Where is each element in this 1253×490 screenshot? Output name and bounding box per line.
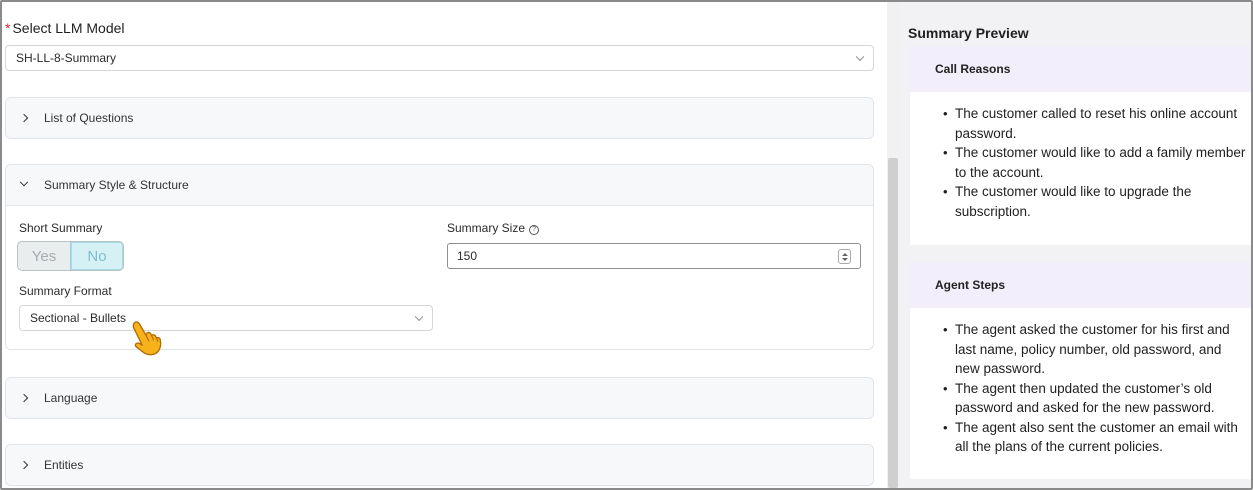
card-heading: Agent Steps bbox=[910, 261, 1251, 308]
hand-pointer-icon bbox=[132, 321, 162, 356]
list-item: The agent asked the customer for his fir… bbox=[943, 320, 1251, 379]
chevron-down-icon bbox=[414, 312, 424, 322]
preview-title: Summary Preview bbox=[908, 25, 1029, 41]
summary-format-select[interactable]: Sectional - Bullets bbox=[19, 305, 433, 331]
section-title: Language bbox=[44, 391, 98, 405]
list-item: The agent then updated the customer’s ol… bbox=[943, 379, 1251, 418]
preview-card-agent-steps: Agent Steps The agent asked the customer… bbox=[910, 261, 1251, 479]
summary-size-input[interactable]: 150 bbox=[447, 243, 861, 269]
stepper-up-icon[interactable] bbox=[841, 252, 848, 256]
number-stepper[interactable] bbox=[838, 249, 851, 264]
card-heading: Call Reasons bbox=[910, 45, 1251, 92]
section-title: Entities bbox=[44, 458, 84, 472]
section-list-of-questions: List of Questions bbox=[5, 97, 874, 139]
summary-size-label-text: Summary Size bbox=[447, 221, 526, 235]
llm-model-label: * Select LLM Model bbox=[5, 20, 125, 36]
list-item: The customer would like to add a family … bbox=[943, 143, 1251, 182]
section-language: Language bbox=[5, 377, 874, 419]
list-item: The customer called to reset his online … bbox=[943, 104, 1251, 143]
section-header-entities[interactable]: Entities bbox=[6, 445, 873, 485]
chevron-down-icon bbox=[855, 52, 865, 62]
list-item: The customer would like to upgrade the s… bbox=[943, 182, 1251, 221]
help-circle-icon[interactable]: ? bbox=[529, 224, 540, 235]
short-summary-label: Short Summary bbox=[19, 221, 103, 235]
llm-model-select[interactable]: SH-LL-8-Summary bbox=[5, 45, 874, 71]
section-header-list-of-questions[interactable]: List of Questions bbox=[6, 98, 873, 138]
chevron-right-icon bbox=[19, 393, 29, 403]
bullet-list: The customer called to reset his online … bbox=[910, 92, 1251, 221]
summary-size-value: 150 bbox=[457, 249, 478, 263]
summary-size-label: Summary Size? bbox=[447, 221, 540, 235]
section-header-language[interactable]: Language bbox=[6, 378, 873, 418]
section-title: List of Questions bbox=[44, 111, 134, 125]
chevron-right-icon bbox=[19, 460, 29, 470]
section-title: Summary Style & Structure bbox=[44, 178, 189, 192]
toggle-no[interactable]: No bbox=[70, 242, 123, 270]
settings-panel: * Select LLM Model SH-LL-8-Summary List o… bbox=[2, 2, 888, 488]
bullet-list: The agent asked the customer for his fir… bbox=[910, 308, 1251, 457]
chevron-down-icon bbox=[19, 177, 29, 187]
chevron-right-icon bbox=[19, 113, 29, 123]
llm-model-value: SH-LL-8-Summary bbox=[16, 51, 117, 65]
section-entities: Entities bbox=[5, 444, 874, 486]
scrollbar[interactable] bbox=[887, 2, 900, 488]
preview-card-call-reasons: Call Reasons The customer called to rese… bbox=[910, 45, 1251, 245]
summary-format-value: Sectional - Bullets bbox=[30, 311, 127, 325]
scrollbar-thumb[interactable] bbox=[888, 158, 898, 488]
section-header-summary-style[interactable]: Summary Style & Structure bbox=[6, 165, 873, 205]
summary-preview-panel: Summary Preview Call Reasons The custome… bbox=[900, 2, 1251, 488]
stepper-down-icon[interactable] bbox=[841, 257, 848, 261]
required-mark: * bbox=[5, 20, 11, 36]
app-frame: * Select LLM Model SH-LL-8-Summary List o… bbox=[0, 0, 1253, 490]
short-summary-toggle: Yes No bbox=[17, 241, 124, 271]
list-item: The agent also sent the customer an emai… bbox=[943, 418, 1251, 457]
toggle-yes[interactable]: Yes bbox=[18, 242, 70, 270]
llm-model-label-text: Select LLM Model bbox=[12, 20, 125, 36]
summary-format-label: Summary Format bbox=[19, 284, 112, 298]
